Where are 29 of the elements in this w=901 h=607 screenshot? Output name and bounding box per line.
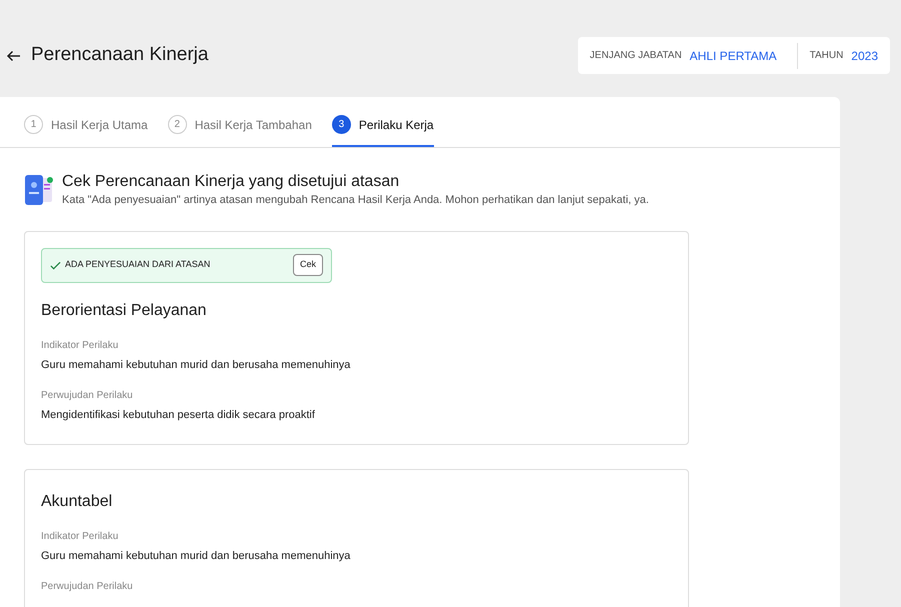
step-tab[interactable]: 3 Perilaku Kerja — [332, 115, 434, 147]
field-value: Mengidentifikasi kebutuhan peserta didik secara proaktif — [41, 408, 316, 423]
tahun-value: 2023 — [851, 48, 878, 64]
document-check-icon — [24, 172, 54, 208]
intro-title: Cek Perencanaan Kinerja yang disetujui atasan — [62, 172, 400, 192]
step-number: 3 — [332, 115, 351, 134]
page-title: Perencanaan Kinerja — [31, 43, 208, 68]
step-number: 2 — [168, 115, 187, 134]
intro-description: Kata "Ada penyesuaian" artinya atasan mengubah Rencana Hasil Kerja Anda. Mohon perhatikan dan lanjut sepakati, ya. — [62, 193, 649, 208]
step-label: Hasil Kerja Utama — [51, 116, 148, 134]
card-title: Berorientasi Pelayanan — [41, 300, 208, 320]
card-title: Akuntabel — [41, 492, 114, 512]
field-label: Indikator Perilaku — [41, 530, 120, 544]
jenjang-value: AHLI PERTAMA — [690, 48, 777, 64]
field-label: Indikator Perilaku — [41, 338, 120, 352]
step-number: 1 — [24, 115, 43, 134]
field-label: Perwujudan Perilaku — [41, 389, 134, 403]
field-label: Perwujudan Perilaku — [41, 580, 134, 594]
step-tab[interactable]: 2 Hasil Kerja Tambahan — [168, 115, 312, 147]
adjustment-label: ADA PENYESUAIAN DARI ATASAN — [65, 258, 210, 272]
check-button[interactable]: Cek — [292, 254, 323, 276]
tahun-label: TAHUN — [810, 49, 844, 63]
field-value: Guru memahami kebutuhan murid dan berusaha memenuhinya — [41, 358, 352, 372]
check-icon — [50, 260, 61, 270]
step-label: Perilaku Kerja — [358, 116, 434, 134]
step-tab[interactable]: 1 Hasil Kerja Utama — [24, 115, 148, 147]
jenjang-label: JENJANG JABATAN — [590, 49, 682, 63]
field-value: Guru memahami kebutuhan murid dan berusaha memenuhinya — [41, 548, 352, 564]
step-label: Hasil Kerja Tambahan — [194, 116, 312, 134]
